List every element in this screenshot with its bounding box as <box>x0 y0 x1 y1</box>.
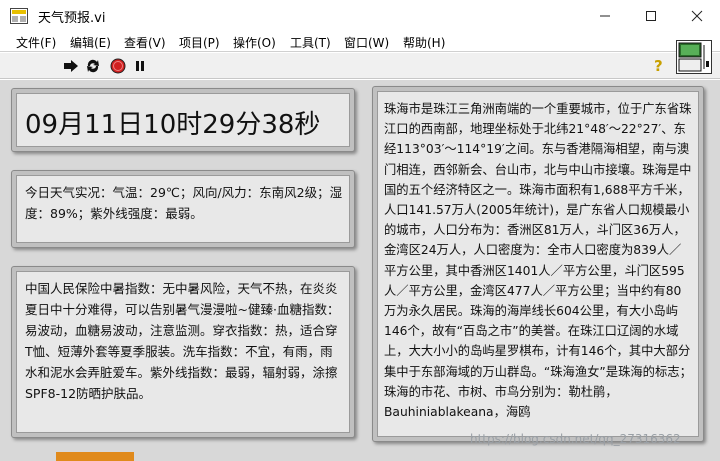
app-icon <box>10 8 28 24</box>
clock-indicator: 09月11日10时29分38秒 <box>16 93 350 147</box>
toolbar: ? <box>0 53 720 79</box>
menu-window[interactable]: 窗口(W) <box>344 34 389 51</box>
indices-indicator: 中国人民保险中暑指数：无中暑风险，天气不热，在炎炎夏日中十分难得，可以告别暑气漫… <box>16 271 350 433</box>
indices-text: 中国人民保险中暑指数：无中暑风险，天气不热，在炎炎夏日中十分难得，可以告别暑气漫… <box>25 281 340 401</box>
weather-text: 今日天气实况：气温：29℃；风向/风力：东南风2级；湿度：89%；紫外线强度：最… <box>25 185 343 221</box>
city-text: 珠海市是珠江三角洲南端的一个重要城市，位于广东省珠江口的西南部，地理坐标处于北纬… <box>384 102 692 420</box>
menu-operate[interactable]: 操作(O) <box>233 34 276 51</box>
abort-icon[interactable] <box>109 58 127 74</box>
menu-bar: 文件(F) 编辑(E) 查看(V) 项目(P) 操作(O) 工具(T) 窗口(W… <box>0 32 720 52</box>
city-indicator: 珠海市是珠江三角洲南端的一个重要城市，位于广东省珠江口的西南部，地理坐标处于北纬… <box>377 91 699 437</box>
vi-connector-icon[interactable] <box>676 40 712 74</box>
title-bar: 天气预报.vi <box>0 0 720 32</box>
clock-indicator-frame: 09月11日10时29分38秒 <box>11 88 355 152</box>
menu-help[interactable]: 帮助(H) <box>403 34 445 51</box>
indices-indicator-frame: 中国人民保险中暑指数：无中暑风险，天气不热，在炎炎夏日中十分难得，可以告别暑气漫… <box>11 266 355 438</box>
pause-icon[interactable] <box>131 58 149 74</box>
weather-indicator-frame: 今日天气实况：气温：29℃；风向/风力：东南风2级；湿度：89%；紫外线强度：最… <box>11 170 355 248</box>
maximize-icon[interactable] <box>628 0 674 32</box>
menu-project[interactable]: 项目(P) <box>179 34 220 51</box>
watermark: https://blog.csdn.net/qq_27316362 <box>470 432 681 446</box>
help-icon[interactable]: ? <box>654 57 663 75</box>
menu-view[interactable]: 查看(V) <box>124 34 166 51</box>
taskbar-accent <box>56 452 134 461</box>
run-arrow-icon[interactable] <box>62 58 80 74</box>
run-continuously-icon[interactable] <box>84 58 102 74</box>
menu-edit[interactable]: 编辑(E) <box>70 34 111 51</box>
clock-text: 09月11日10时29分38秒 <box>25 110 321 140</box>
weather-indicator: 今日天气实况：气温：29℃；风向/风力：东南风2级；湿度：89%；紫外线强度：最… <box>16 175 350 243</box>
menu-tools[interactable]: 工具(T) <box>290 34 331 51</box>
minimize-icon[interactable] <box>582 0 628 32</box>
menu-file[interactable]: 文件(F) <box>16 34 56 51</box>
window-title: 天气预报.vi <box>38 11 106 26</box>
close-icon[interactable] <box>674 0 720 32</box>
city-indicator-frame: 珠海市是珠江三角洲南端的一个重要城市，位于广东省珠江口的西南部，地理坐标处于北纬… <box>372 86 704 442</box>
